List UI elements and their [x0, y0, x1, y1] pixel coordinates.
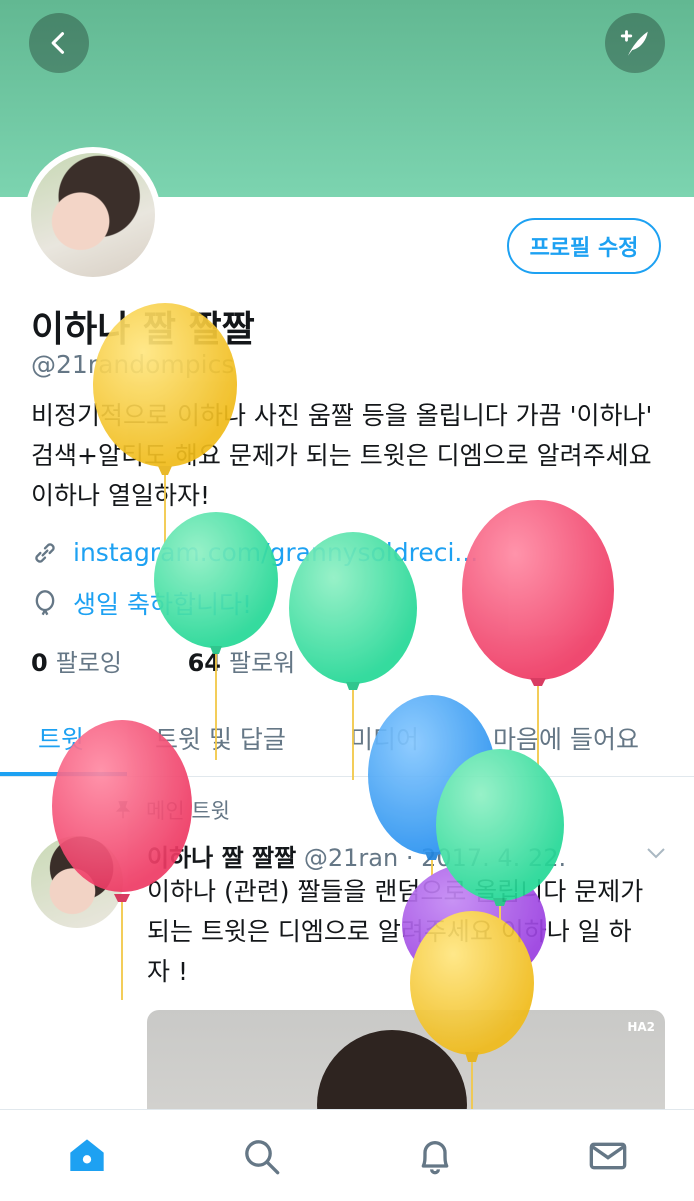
bottom-navigation [0, 1109, 694, 1201]
messages-icon [589, 1142, 627, 1170]
balloon-yellow-2 [410, 911, 534, 1055]
nav-messages[interactable] [586, 1134, 630, 1178]
nav-home[interactable] [65, 1134, 109, 1178]
balloon-red-1 [462, 500, 614, 680]
nav-search[interactable] [239, 1134, 283, 1178]
search-icon [245, 1140, 280, 1175]
balloon-red-2 [52, 720, 192, 892]
home-icon [70, 1139, 104, 1171]
balloon-yellow-1 [93, 303, 237, 467]
balloon-green-1 [154, 512, 278, 648]
birthday-balloons [52, 303, 614, 1109]
notifications-icon [421, 1141, 449, 1175]
balloon-green-2 [289, 532, 417, 684]
nav-notifications[interactable] [413, 1134, 457, 1178]
balloon-green-3 [436, 749, 564, 901]
